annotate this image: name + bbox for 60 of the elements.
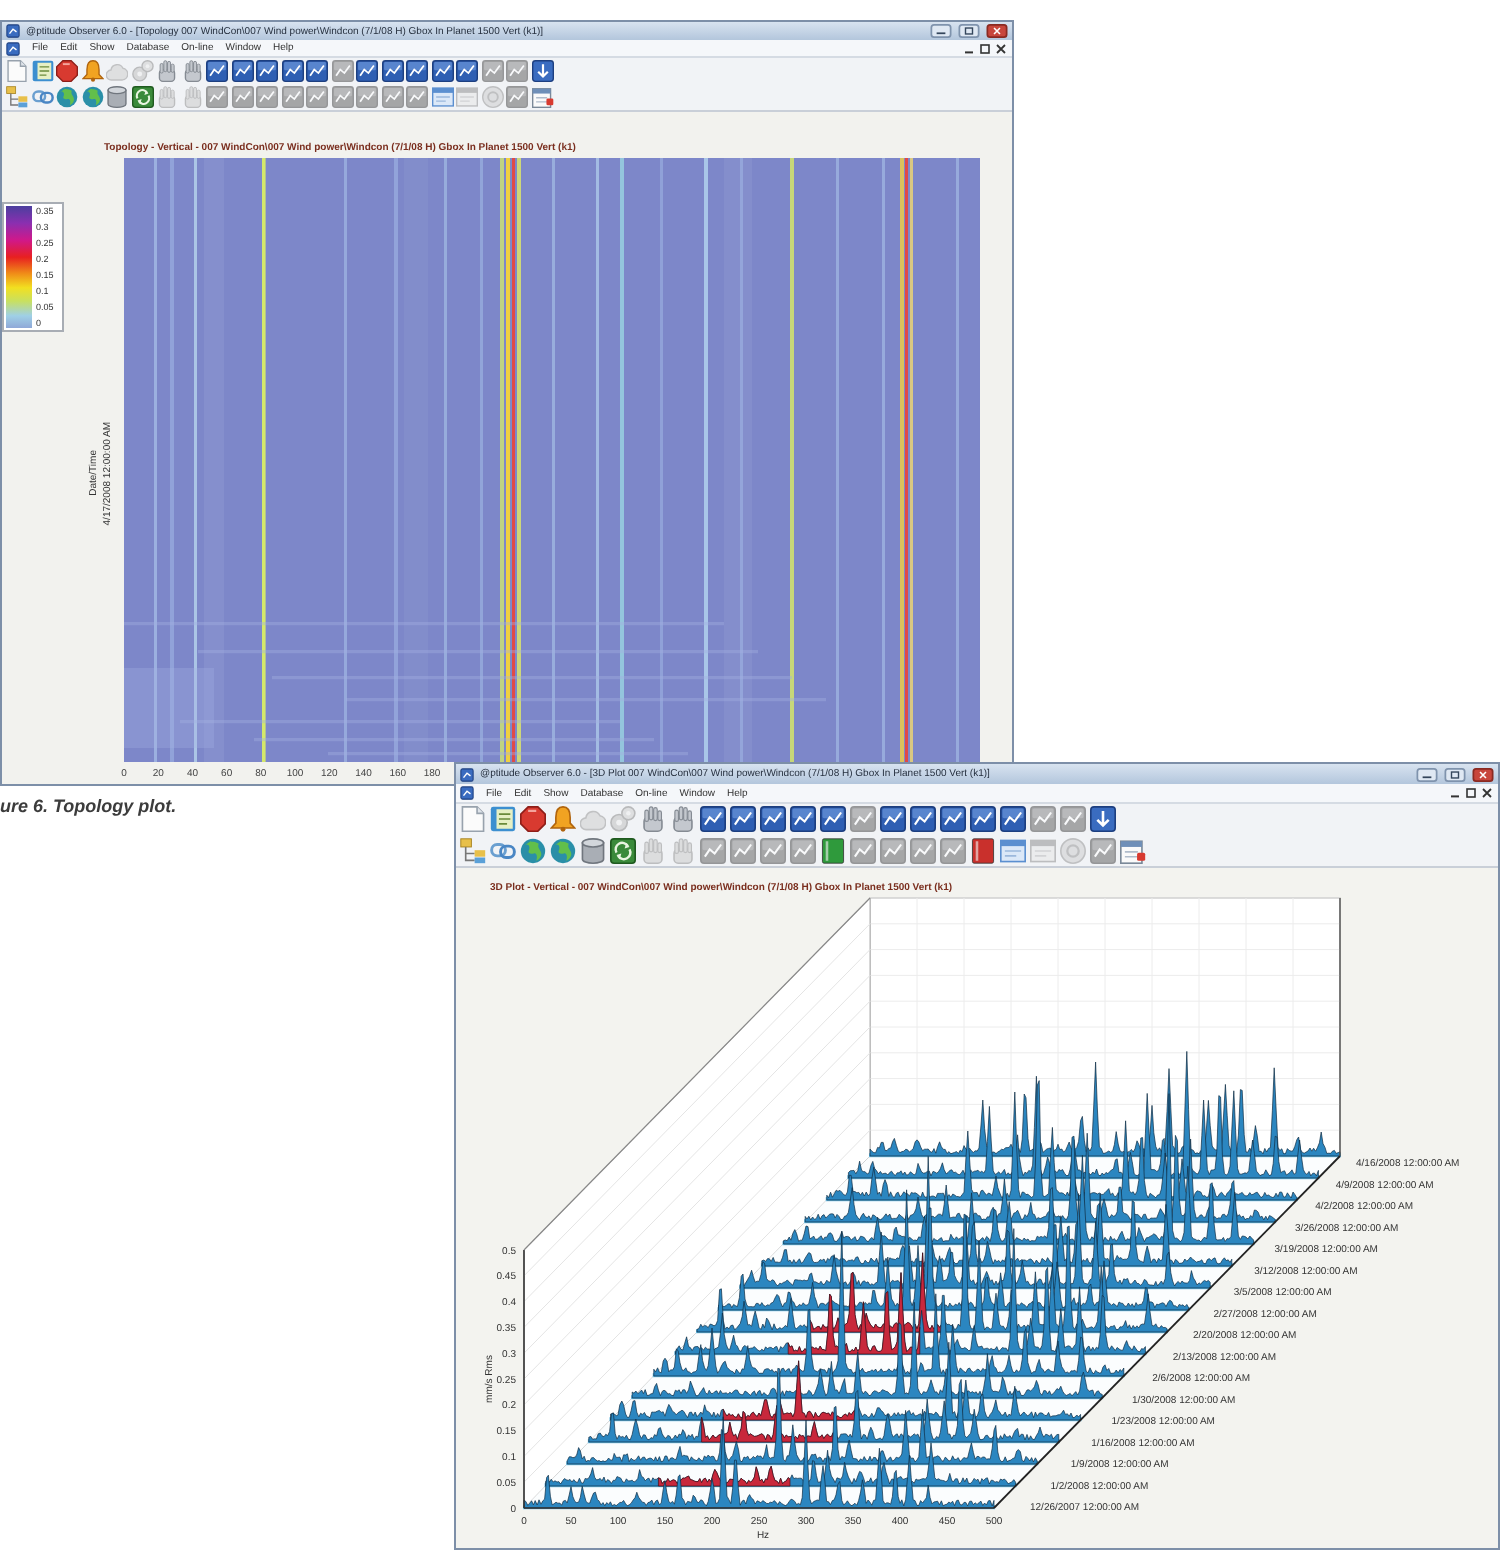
minimize-icon[interactable] [930, 24, 952, 38]
link-icon[interactable] [490, 837, 516, 864]
chart-icon[interactable] [790, 806, 816, 833]
database-icon[interactable] [106, 86, 128, 108]
chart-icon[interactable] [700, 806, 726, 833]
restore-icon[interactable] [980, 43, 990, 53]
close-icon[interactable] [986, 24, 1008, 38]
stop-icon[interactable] [56, 60, 78, 82]
book-icon[interactable] [820, 837, 846, 864]
page-icon[interactable] [460, 806, 486, 833]
globe-icon[interactable] [520, 837, 546, 864]
globe-icon[interactable] [56, 86, 78, 108]
chart-icon[interactable] [760, 806, 786, 833]
recycle-icon[interactable] [131, 86, 153, 108]
color-scale-bar [6, 206, 32, 328]
download-icon[interactable] [531, 60, 553, 82]
chart-icon[interactable] [940, 806, 966, 833]
chart-icon[interactable] [730, 806, 756, 833]
chart-icon[interactable] [880, 806, 906, 833]
globe-icon[interactable] [81, 86, 103, 108]
page-icon[interactable] [6, 60, 28, 82]
book-icon[interactable] [970, 837, 996, 864]
chart-icon[interactable] [1000, 806, 1026, 833]
close-icon[interactable] [996, 43, 1006, 53]
database-icon[interactable] [580, 837, 606, 864]
chart-icon[interactable] [431, 60, 453, 82]
globe-icon[interactable] [550, 837, 576, 864]
stop-icon[interactable] [520, 806, 546, 833]
restore-icon[interactable] [1466, 788, 1476, 798]
chart-icon[interactable] [231, 60, 253, 82]
maximize-icon[interactable] [1444, 767, 1466, 781]
chart-icon[interactable] [306, 60, 328, 82]
calendar-icon[interactable] [1120, 837, 1146, 864]
chart-icon[interactable] [406, 60, 428, 82]
tree-icon[interactable] [460, 837, 486, 864]
chart-icon[interactable] [970, 806, 996, 833]
figure-caption: ure 6. Topology plot. [0, 796, 177, 818]
maximize-icon[interactable] [958, 24, 980, 38]
minimize-icon[interactable] [1416, 767, 1438, 781]
bell-icon[interactable] [550, 806, 576, 833]
tree-icon[interactable] [6, 86, 28, 108]
hand-icon[interactable] [156, 60, 178, 82]
heatmap-patch [124, 668, 214, 748]
calendar-icon[interactable] [531, 86, 553, 108]
chart-icon[interactable] [256, 60, 278, 82]
bell-icon[interactable] [81, 60, 103, 82]
chart-icon[interactable] [456, 60, 478, 82]
close-icon[interactable] [1482, 788, 1492, 798]
notebook-icon[interactable] [490, 806, 516, 833]
chart-icon[interactable] [820, 806, 846, 833]
close-icon[interactable] [1472, 767, 1494, 781]
chart-icon[interactable] [281, 60, 303, 82]
chart-icon[interactable] [206, 60, 228, 82]
link-icon[interactable] [31, 86, 53, 108]
download-icon[interactable] [1090, 806, 1116, 833]
hand-icon[interactable] [640, 806, 666, 833]
chart-icon[interactable] [910, 806, 936, 833]
chart-icon[interactable] [356, 60, 378, 82]
recycle-icon[interactable] [610, 837, 636, 864]
chart-icon[interactable] [381, 60, 403, 82]
